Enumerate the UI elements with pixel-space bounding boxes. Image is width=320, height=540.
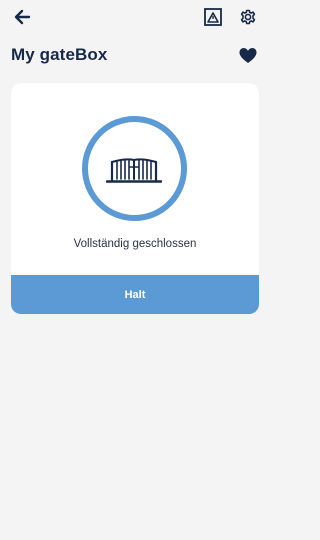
gate-status-text: Vollständig geschlossen <box>73 238 197 250</box>
back-button[interactable] <box>12 6 34 28</box>
gate-control-icon <box>204 8 222 26</box>
gear-icon <box>240 9 256 25</box>
heart-icon <box>239 48 257 63</box>
page-title: My gateBox <box>11 45 108 64</box>
gate-card: Vollständig geschlossen Halt <box>11 83 259 314</box>
settings-button[interactable] <box>238 6 258 28</box>
halt-button[interactable]: Halt <box>11 275 259 314</box>
gate-icon <box>106 158 162 183</box>
top-bar <box>0 0 270 34</box>
gate-control-button[interactable] <box>203 6 223 28</box>
favorite-button[interactable] <box>238 46 258 66</box>
arrow-left-icon <box>14 9 31 25</box>
